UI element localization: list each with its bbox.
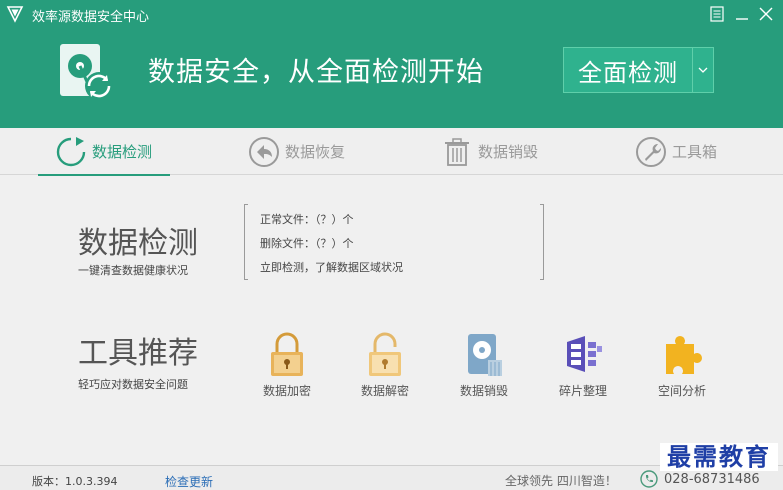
wrench-icon [636, 136, 666, 167]
app-title: 效率源数据安全中心 [32, 10, 150, 25]
tab-toolbox[interactable]: 工具箱 [634, 128, 717, 175]
disk-shred-icon [468, 334, 502, 376]
tools-title: 工具推荐 [78, 336, 198, 371]
close-icon[interactable] [755, 3, 777, 25]
tab-data-detect[interactable]: 数据检测 [37, 128, 171, 176]
tool-label: 空间分析 [657, 384, 706, 398]
tab-label: 数据销毁 [478, 143, 539, 161]
normal-files-count: 正常文件：（？）个 [260, 213, 354, 226]
puzzle-icon [666, 336, 702, 374]
full-scan-button[interactable]: 全面检测 [563, 47, 693, 93]
tool-destroy[interactable]: 数据销毁 [447, 332, 517, 398]
unlock-icon [369, 332, 401, 376]
menu-icon[interactable] [706, 3, 728, 25]
detect-hint: 立即检测，了解数据区域状况 [260, 261, 403, 274]
detect-info-box: 正常文件：（？）个 删除文件：（？）个 立即检测，了解数据区域状况 [244, 204, 544, 280]
right-bracket [540, 204, 544, 280]
tab-label: 数据恢复 [285, 143, 346, 161]
header-slogan: 数据安全，从全面检测开始 [148, 57, 484, 88]
defrag-icon [567, 336, 602, 372]
tool-label: 数据销毁 [459, 384, 508, 398]
minimize-icon[interactable] [731, 3, 753, 25]
scan-dropdown-button[interactable] [693, 47, 714, 93]
watermark: 最需教育 [660, 443, 778, 471]
deleted-files-count: 删除文件：（？）个 [260, 237, 354, 250]
title-bar: 效率源数据安全中心 [0, 0, 783, 28]
tab-bar: 数据检测 数据恢复 数据销毁 工具箱 [0, 128, 783, 176]
detect-title: 数据检测 [78, 226, 198, 261]
refresh-circle-icon [56, 136, 86, 166]
version-label: 版本：1.0.3.394 [32, 475, 118, 488]
footer-slogan: 全球领先 四川智造！ [505, 474, 617, 488]
tools-subtitle: 轻巧应对数据安全问题 [78, 378, 188, 391]
phone-number: 028-68731486 [664, 472, 760, 487]
chevron-down-icon [698, 67, 708, 73]
tab-data-destroy[interactable]: 数据销毁 [440, 128, 538, 175]
back-arrow-icon [249, 136, 279, 167]
tab-data-recovery[interactable]: 数据恢复 [247, 128, 345, 175]
lock-icon [271, 332, 303, 376]
tab-label: 数据检测 [92, 143, 153, 161]
tool-encrypt[interactable]: 数据加密 [250, 332, 320, 398]
tool-label: 数据解密 [360, 384, 409, 398]
tool-decrypt[interactable]: 数据解密 [348, 332, 418, 398]
header-banner: 效率源数据安全中心 数据安全，从全面检测开始 全面检测 [0, 0, 783, 128]
tool-defrag[interactable]: 碎片整理 [546, 332, 616, 398]
left-bracket [244, 204, 248, 280]
app-logo-icon [6, 6, 24, 23]
disk-scan-icon [60, 44, 113, 100]
trash-icon [445, 137, 469, 166]
tab-label: 工具箱 [672, 143, 718, 161]
detect-subtitle: 一键清查数据健康状况 [78, 264, 188, 277]
check-update-link[interactable]: 检查更新 [165, 473, 213, 490]
tool-label: 碎片整理 [558, 384, 607, 398]
phone-icon [640, 470, 658, 488]
tool-space-analysis[interactable]: 空间分析 [645, 332, 715, 398]
tool-label: 数据加密 [262, 384, 311, 398]
